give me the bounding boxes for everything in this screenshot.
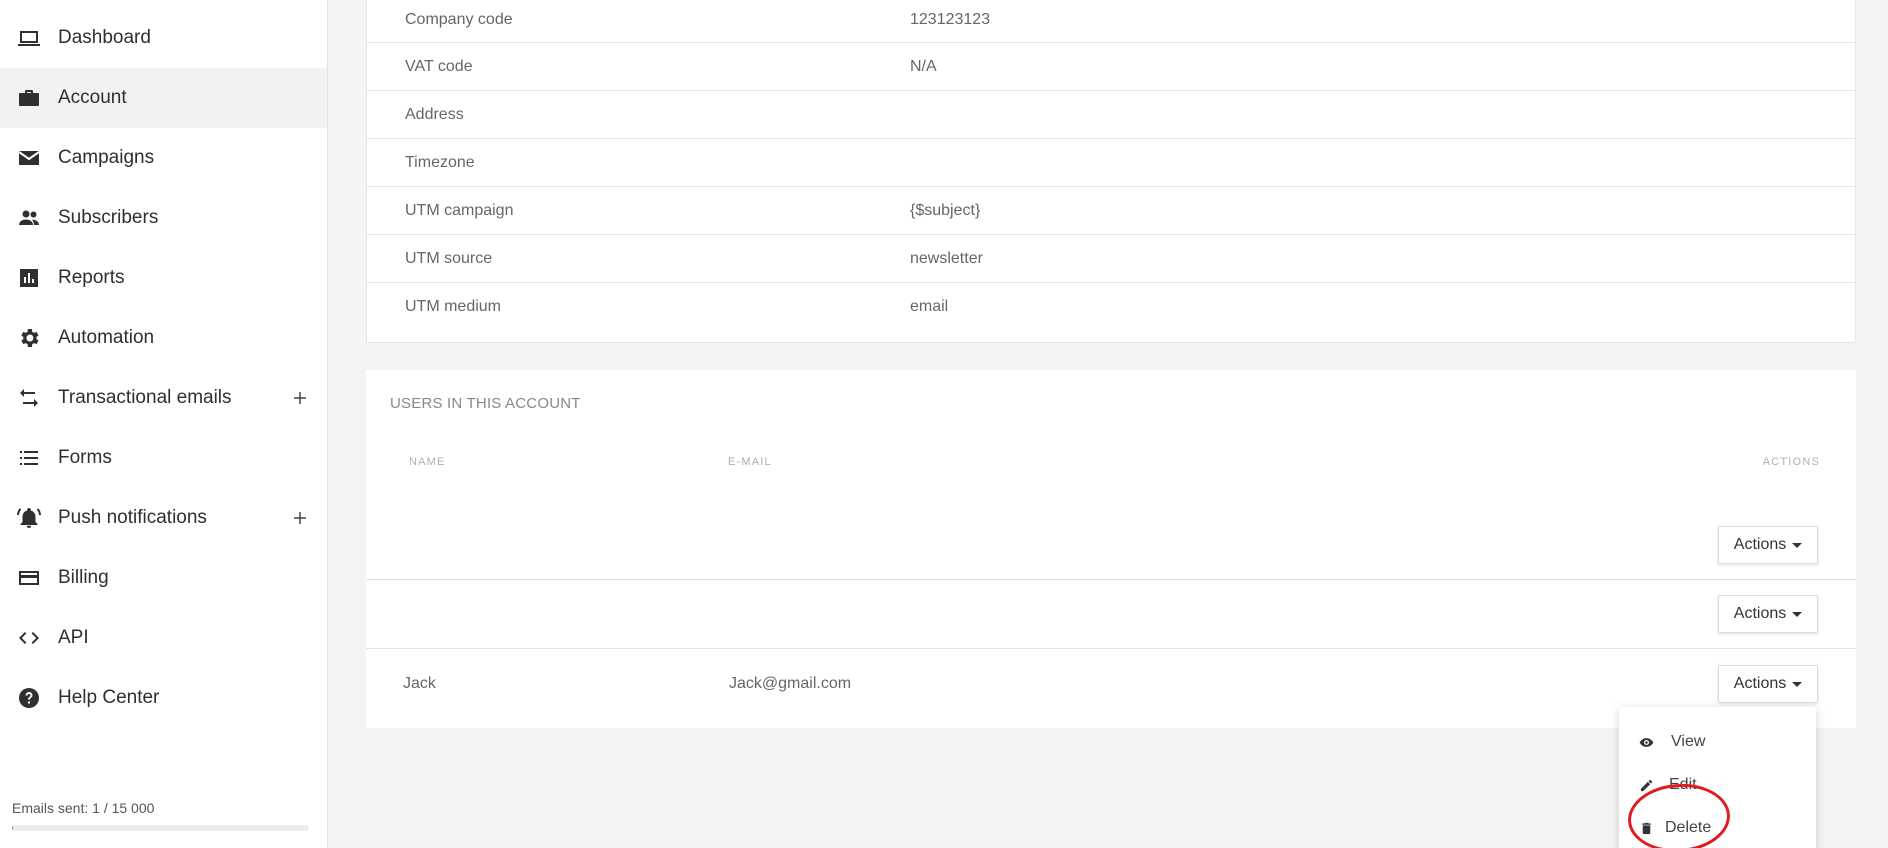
trash-icon <box>1637 819 1655 837</box>
detail-value: email <box>910 298 949 315</box>
detail-row-timezone: Timezone <box>367 139 1855 187</box>
detail-row-company-code: Company code 123123123 <box>367 0 1855 43</box>
sidebar-item-subscribers[interactable]: Subscribers <box>0 188 327 248</box>
menu-item-label: View <box>1671 733 1706 750</box>
people-icon <box>16 205 42 231</box>
account-details-card: Company code 123123123 VAT code N/A Addr… <box>366 0 1856 343</box>
column-header-actions: ACTIONS <box>1762 456 1820 468</box>
actions-button[interactable]: Actions <box>1718 595 1818 633</box>
detail-label: UTM source <box>405 249 493 267</box>
sidebar-item-push-notifications[interactable]: Push notifications <box>0 488 327 548</box>
users-section-title: USERS IN THIS ACCOUNT <box>390 395 581 412</box>
detail-row-utm-source: UTM source newsletter <box>367 235 1855 283</box>
actions-button[interactable]: Actions <box>1718 526 1818 564</box>
sidebar-item-label: Dashboard <box>58 27 151 48</box>
bell-ring-icon <box>16 505 42 531</box>
detail-row-utm-campaign: UTM campaign {$subject} <box>367 187 1855 235</box>
menu-item-view[interactable]: View <box>1619 721 1816 763</box>
actions-button[interactable]: Actions <box>1718 664 1818 703</box>
sidebar: Dashboard Account Campaigns Subscribers … <box>0 0 328 848</box>
detail-label: Address <box>405 105 464 123</box>
sidebar-item-label: Reports <box>58 267 125 288</box>
column-header-name: NAME <box>409 456 446 468</box>
code-icon <box>16 625 42 651</box>
menu-item-label: Delete <box>1665 819 1712 836</box>
help-circle-icon <box>16 685 42 711</box>
pencil-icon <box>1637 776 1655 794</box>
sidebar-item-help-center[interactable]: Help Center <box>0 668 327 728</box>
menu-item-label: Edit <box>1669 776 1697 793</box>
detail-label: UTM campaign <box>405 201 514 219</box>
caret-down-icon <box>1792 543 1803 548</box>
emails-sent-progress <box>12 825 309 831</box>
actions-dropdown-menu: View Edit Delete <box>1619 707 1816 848</box>
sidebar-item-label: Transactional emails <box>58 387 232 408</box>
users-card: USERS IN THIS ACCOUNT NAME E-MAIL ACTION… <box>366 370 1856 728</box>
caret-down-icon <box>1792 612 1803 617</box>
user-email: Jack@gmail.com <box>729 674 852 692</box>
bar-chart-icon <box>16 265 42 291</box>
credit-card-icon <box>16 565 42 591</box>
detail-row-utm-medium: UTM medium email <box>367 283 1855 331</box>
sidebar-item-campaigns[interactable]: Campaigns <box>0 128 327 188</box>
table-row: Actions <box>366 580 1856 649</box>
sidebar-item-automation[interactable]: Automation <box>0 308 327 368</box>
swap-arrows-icon <box>16 385 42 411</box>
emails-sent-progress-fill <box>12 825 13 831</box>
caret-down-icon <box>1792 681 1803 687</box>
detail-row-vat-code: VAT code N/A <box>367 43 1855 91</box>
eye-icon <box>1637 733 1655 751</box>
user-name: Jack <box>403 674 436 692</box>
plus-icon[interactable] <box>289 507 311 529</box>
detail-value: 123123123 <box>910 10 991 28</box>
laptop-icon <box>16 25 42 51</box>
sidebar-item-dashboard[interactable]: Dashboard <box>0 8 327 68</box>
mail-icon <box>16 145 42 171</box>
detail-label: UTM medium <box>405 298 502 315</box>
list-icon <box>16 445 42 471</box>
sidebar-item-label: API <box>58 627 89 648</box>
sidebar-item-label: Automation <box>58 327 155 348</box>
sidebar-item-label: Account <box>58 87 127 108</box>
detail-label: VAT code <box>405 57 473 75</box>
sidebar-item-label: Forms <box>58 447 112 468</box>
table-row: Actions <box>366 511 1856 580</box>
sidebar-item-label: Billing <box>58 567 109 588</box>
detail-row-address: Address <box>367 91 1855 139</box>
plus-icon[interactable] <box>289 387 311 409</box>
actions-button-label: Actions <box>1733 536 1787 553</box>
emails-sent-label: Emails sent: 1 / 15 000 <box>12 800 155 816</box>
detail-value: N/A <box>910 57 937 75</box>
menu-item-delete[interactable]: Delete <box>1619 807 1816 848</box>
detail-value: newsletter <box>910 249 983 267</box>
menu-item-edit[interactable]: Edit <box>1619 764 1816 806</box>
actions-button-label: Actions <box>1733 605 1787 622</box>
sidebar-item-label: Help Center <box>58 687 160 708</box>
sidebar-item-label: Campaigns <box>58 147 155 168</box>
briefcase-icon <box>16 85 42 111</box>
sidebar-item-label: Push notifications <box>58 507 207 528</box>
gear-icon <box>16 325 42 351</box>
sidebar-item-label: Subscribers <box>58 207 159 228</box>
sidebar-item-transactional-emails[interactable]: Transactional emails <box>0 368 327 428</box>
detail-label: Company code <box>405 10 513 28</box>
actions-button-label: Actions <box>1733 674 1787 692</box>
column-header-email: E-MAIL <box>728 456 772 468</box>
sidebar-item-reports[interactable]: Reports <box>0 248 327 308</box>
sidebar-item-account[interactable]: Account <box>0 68 327 128</box>
detail-label: Timezone <box>405 153 475 171</box>
sidebar-item-api[interactable]: API <box>0 608 327 668</box>
detail-value: {$subject} <box>910 201 981 219</box>
sidebar-item-billing[interactable]: Billing <box>0 548 327 608</box>
sidebar-item-forms[interactable]: Forms <box>0 428 327 488</box>
